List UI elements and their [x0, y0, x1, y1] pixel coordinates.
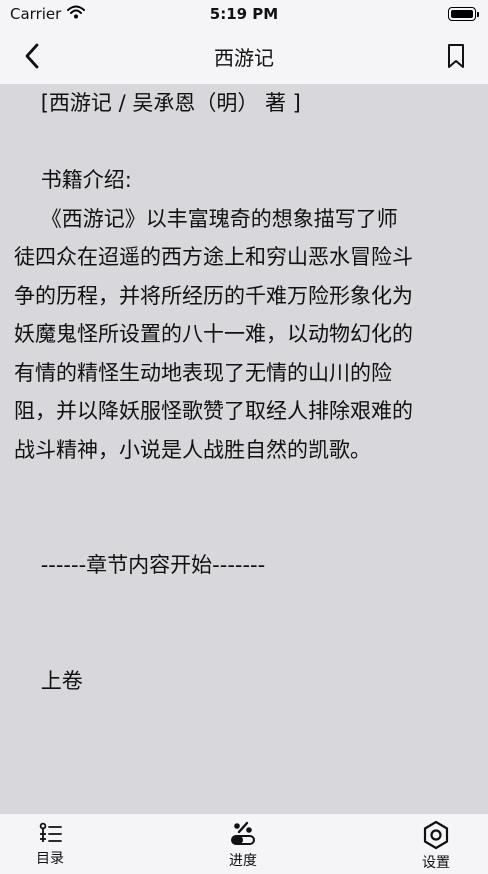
carrier-label: Carrier	[10, 5, 62, 23]
status-left: Carrier	[10, 5, 86, 23]
tab-label: 目录	[36, 851, 64, 867]
page-title: 西游记	[214, 45, 274, 70]
content-line: 有情的精怪生动地表现了无情的山川的险	[14, 360, 392, 385]
bookmark-icon	[448, 44, 464, 68]
reading-content[interactable]: [西游记 / 吴承恩（明） 著 ] 书籍介绍: 《西游记》以丰富瑰奇的想象描写了…	[0, 84, 488, 814]
back-button[interactable]	[14, 38, 50, 74]
progress-icon	[231, 821, 255, 845]
content-line: 妖魔鬼怪所设置的八十一难，以动物幻化的	[14, 322, 413, 346]
tab-settings[interactable]: 设置	[404, 820, 468, 872]
nav-bar: 西游记	[0, 28, 488, 84]
content-line: 书籍介绍:	[14, 168, 132, 192]
content-line: ------章节内容开始-------	[14, 553, 266, 577]
bookmark-button[interactable]	[438, 38, 474, 74]
tab-bar: 目录 进度 设置	[0, 814, 488, 874]
tab-label: 进度	[229, 853, 257, 869]
content-line: 徒四众在迢遥的西方途上和穷山恶水冒险斗	[14, 245, 413, 269]
content-line: 阻，并以降妖服怪歌赞了取经人排除艰难的	[14, 399, 413, 423]
wifi-icon	[67, 5, 86, 23]
status-bar: Carrier 5:19 PM	[0, 0, 488, 28]
content-line: 争的历程，并将所经历的千难万险形象化为	[14, 283, 413, 308]
settings-hexagon-icon	[423, 820, 449, 850]
content-line: 《西游记》以丰富瑰奇的想象描写了师	[14, 206, 398, 231]
content-line: 上卷	[14, 668, 83, 693]
battery-icon	[448, 7, 479, 21]
chevron-left-icon	[25, 43, 39, 69]
content-line: [西游记 / 吴承恩（明） 著 ]	[14, 91, 301, 115]
list-icon	[39, 822, 62, 842]
tab-label: 设置	[422, 855, 450, 871]
content-line: 战斗精神，小说是人战胜自然的凯歌。	[14, 437, 371, 462]
tab-catalog[interactable]: 目录	[18, 820, 82, 868]
tab-progress[interactable]: 进度	[211, 820, 275, 870]
